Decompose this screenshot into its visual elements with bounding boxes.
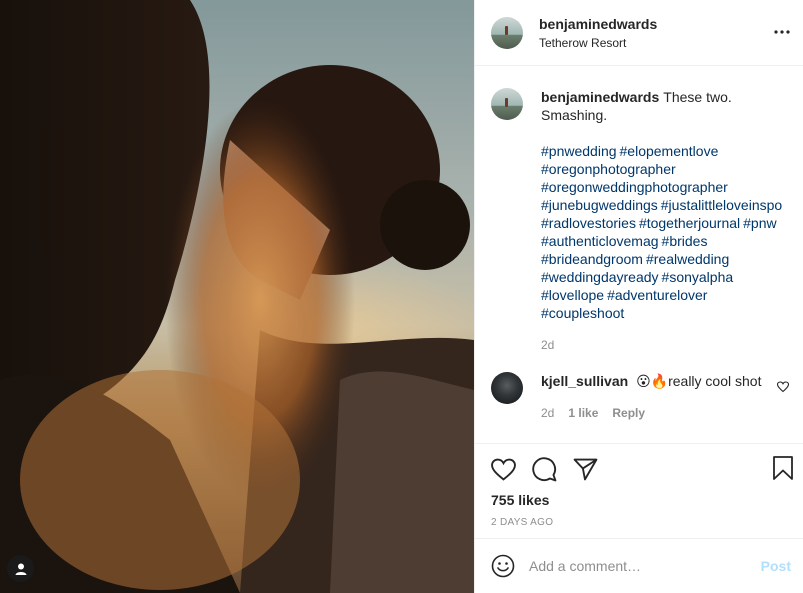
paper-plane-icon [573, 458, 598, 480]
add-comment-input[interactable] [529, 558, 761, 574]
caption-author-avatar[interactable] [491, 88, 523, 120]
comment-item: kjell_sullivan 😮🔥really cool shot 2d 1 l… [491, 372, 790, 422]
post-actions: 755 likes 2 DAYS AGO [475, 443, 803, 538]
caption-username[interactable]: benjaminedwards [541, 89, 659, 105]
likes-count[interactable]: 755 likes [491, 492, 787, 508]
caption-hashtags: #pnwedding #elopementlove #oregonphotogra… [541, 142, 787, 322]
save-button[interactable] [772, 456, 794, 483]
hashtag-link[interactable]: #radlovestories [541, 215, 636, 231]
wedding-couple-photo [0, 0, 474, 593]
hashtag-link[interactable]: #adventurelover [607, 287, 707, 303]
add-comment-bar: Post [475, 538, 803, 593]
tagged-users-button[interactable] [7, 555, 34, 582]
post-side-panel: benjaminedwards Tetherow Resort benjamin… [474, 0, 803, 593]
post-comment-button[interactable]: Post [761, 558, 791, 574]
hashtag-link[interactable]: #oregonphotographer [541, 161, 676, 177]
hashtag-link[interactable]: #brideandgroom [541, 251, 643, 267]
hashtag-link[interactable]: #elopementlove [620, 143, 719, 159]
more-options-button[interactable] [771, 22, 793, 42]
comment-button[interactable] [532, 456, 557, 482]
caption-meta: 2d [541, 336, 787, 354]
post-header: benjaminedwards Tetherow Resort [475, 0, 803, 66]
comment-text: 😮🔥really cool shot [636, 373, 762, 389]
hashtag-link[interactable]: #authenticlovemag [541, 233, 659, 249]
hashtag-link[interactable]: #weddingdayready [541, 269, 659, 285]
hashtag-link[interactable]: #brides [662, 233, 708, 249]
post-photo[interactable] [0, 0, 474, 593]
user-tag-icon [15, 563, 26, 575]
bookmark-icon [773, 456, 793, 480]
caption-comment: benjaminedwards These two. Smashing. #pnw… [491, 88, 787, 354]
like-button[interactable] [491, 458, 516, 481]
hashtag-link[interactable]: #realwedding [646, 251, 729, 267]
hashtag-link[interactable]: #junebugweddings [541, 197, 658, 213]
commenter-username[interactable]: kjell_sullivan [541, 373, 628, 389]
comment-age[interactable]: 2d [541, 404, 554, 422]
like-comment-button[interactable] [776, 380, 790, 396]
comment-icon [532, 456, 557, 481]
heart-icon [491, 458, 516, 481]
more-horizontal-icon [774, 30, 790, 34]
hashtag-link[interactable]: #coupleshoot [541, 305, 624, 321]
hashtag-link[interactable]: #sonyalpha [662, 269, 734, 285]
author-avatar[interactable] [491, 16, 523, 49]
reply-button[interactable]: Reply [612, 404, 645, 422]
hashtag-link[interactable]: #lovellope [541, 287, 604, 303]
post-timestamp[interactable]: 2 DAYS AGO [491, 517, 787, 528]
hashtag-link[interactable]: #pnwedding [541, 143, 617, 159]
comments-list: benjaminedwards These two. Smashing. #pnw… [475, 66, 803, 443]
emoji-icon [491, 554, 515, 578]
comment-meta: 2d 1 like Reply [541, 404, 787, 422]
heart-icon [776, 381, 790, 393]
hashtag-link[interactable]: #justalittleloveinspo [661, 197, 782, 213]
author-username[interactable]: benjaminedwards [539, 16, 657, 32]
hashtag-link[interactable]: #oregonweddingphotographer [541, 179, 728, 195]
share-button[interactable] [573, 458, 598, 481]
hashtag-link[interactable]: #togetherjournal [639, 215, 740, 231]
comment-likes[interactable]: 1 like [568, 404, 598, 422]
hashtag-link[interactable]: #pnw [743, 215, 776, 231]
post-modal: benjaminedwards Tetherow Resort benjamin… [0, 0, 803, 593]
caption-age[interactable]: 2d [541, 336, 554, 354]
commenter-avatar[interactable] [491, 372, 523, 404]
post-location[interactable]: Tetherow Resort [539, 36, 657, 50]
emoji-button[interactable] [491, 554, 515, 578]
